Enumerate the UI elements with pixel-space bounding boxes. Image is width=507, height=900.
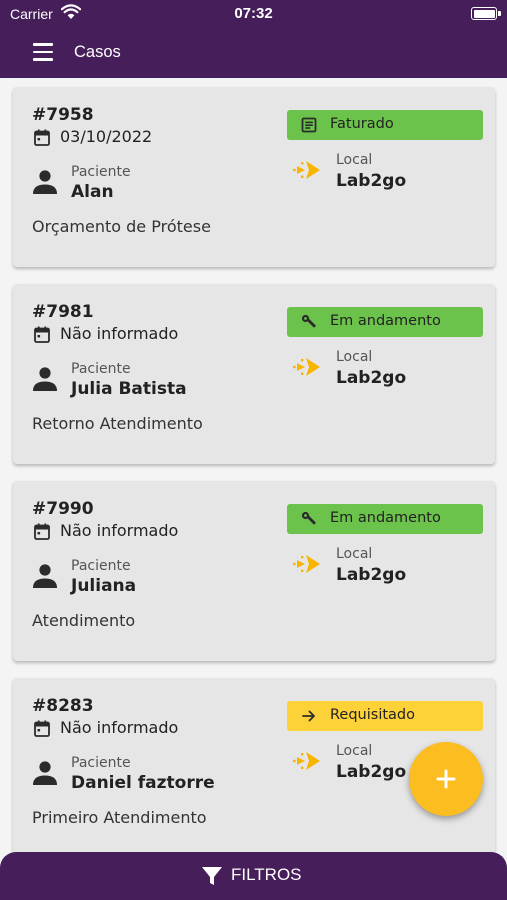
lab2go-logo-icon (293, 161, 320, 179)
menu-icon[interactable] (33, 43, 53, 61)
battery-tip (498, 11, 501, 16)
status-label: Em andamento (330, 510, 441, 526)
case-id: #8283 (32, 696, 94, 716)
clock: 07:32 (234, 5, 273, 22)
status-label: Faturado (330, 116, 394, 132)
case-id: #7981 (32, 302, 94, 322)
lab2go-logo-icon (293, 555, 320, 573)
status-label: Em andamento (330, 313, 441, 329)
page-title: Casos (74, 43, 121, 61)
calendar-icon (34, 129, 50, 146)
case-description: Retorno Atendimento (32, 414, 203, 433)
local-name: Lab2go (336, 368, 407, 388)
case-date: Não informado (60, 521, 179, 540)
receipt-icon (301, 117, 317, 133)
wrench-icon (301, 314, 316, 328)
filter-icon (202, 867, 222, 885)
local-label: Local (336, 546, 373, 562)
filters-label: FILTROS (231, 865, 302, 884)
person-icon (33, 564, 57, 588)
case-date: Não informado (60, 324, 179, 343)
case-card[interactable]: #7958 03/10/2022 Paciente Alan Orçamento… (13, 87, 495, 267)
person-icon (33, 367, 57, 391)
local-name: Lab2go (336, 565, 407, 585)
arrow-right-icon (302, 710, 315, 722)
patient-name: Juliana (71, 576, 137, 596)
battery-icon (471, 7, 497, 20)
case-id: #7990 (32, 499, 94, 519)
case-id: #7958 (32, 105, 94, 125)
patient-label: Paciente (71, 558, 131, 574)
status-badge: Faturado (287, 110, 483, 140)
top-navigation-bar: Casos (0, 30, 507, 78)
case-card[interactable]: #7990 Não informado Paciente Juliana Ate… (13, 481, 495, 661)
case-description: Atendimento (32, 611, 136, 630)
local-name: Lab2go (336, 171, 407, 191)
calendar-icon (34, 326, 50, 343)
patient-label: Paciente (71, 755, 131, 771)
calendar-icon (34, 720, 50, 737)
case-card[interactable]: #7981 Não informado Paciente Julia Batis… (13, 284, 495, 464)
case-list[interactable]: #7958 03/10/2022 Paciente Alan Orçamento… (0, 78, 507, 852)
person-icon (33, 761, 57, 785)
wrench-icon (301, 511, 316, 525)
status-badge: Em andamento (287, 307, 483, 337)
filters-button[interactable]: FILTROS (0, 852, 507, 900)
local-label: Local (336, 349, 373, 365)
status-badge: Em andamento (287, 504, 483, 534)
plus-icon (436, 769, 456, 789)
patient-name: Alan (71, 182, 114, 202)
lab2go-logo-icon (293, 752, 320, 770)
local-label: Local (336, 743, 373, 759)
case-date: Não informado (60, 718, 179, 737)
patient-name: Julia Batista (71, 379, 187, 399)
patient-name: Daniel faztorre (71, 773, 215, 793)
patient-label: Paciente (71, 361, 131, 377)
person-icon (33, 170, 57, 194)
add-case-button[interactable] (409, 742, 483, 816)
lab2go-logo-icon (293, 358, 320, 376)
local-name: Lab2go (336, 762, 407, 782)
case-date: 03/10/2022 (60, 127, 153, 146)
patient-label: Paciente (71, 164, 131, 180)
case-description: Primeiro Atendimento (32, 808, 207, 827)
status-label: Requisitado (330, 707, 415, 723)
status-badge: Requisitado (287, 701, 483, 731)
calendar-icon (34, 523, 50, 540)
local-label: Local (336, 152, 373, 168)
case-description: Orçamento de Prótese (32, 217, 211, 236)
status-bar: Carrier 07:32 (0, 0, 507, 30)
